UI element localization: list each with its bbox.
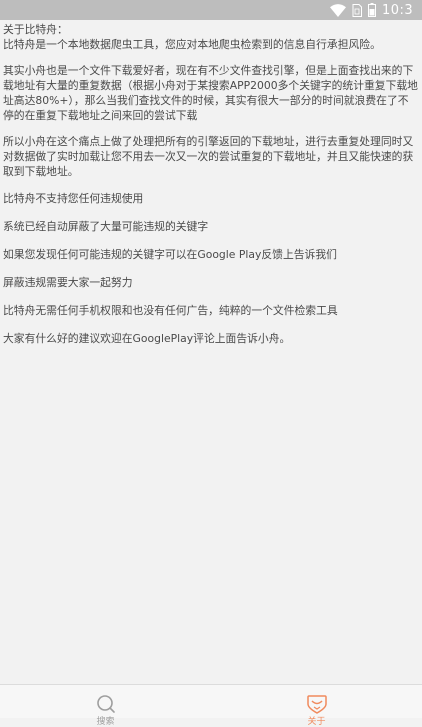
about-intro: 关于比特舟： 比特舟是一个本地数据爬虫工具，您应对本地爬虫检索到的信息自行承担风…	[3, 22, 419, 52]
status-icons: 10:3	[330, 0, 422, 20]
about-heading: 关于比特舟：	[3, 23, 68, 36]
sim-icon	[352, 3, 362, 17]
tab-about-label: 关于	[307, 717, 326, 727]
about-block-together: 屏蔽违规需要大家一起努力	[3, 276, 133, 289]
wifi-icon	[330, 3, 346, 17]
about-duplicate-explanation: 其实小舟也是一个文件下载爱好者，现在有不少文件查找引擎，但是上面查找出来的下载地…	[3, 64, 418, 122]
about-no-permissions: 比特舟无需任何手机权限和也没有任何广告，纯粹的一个文件检索工具	[3, 304, 338, 317]
about-keywords-blocked: 系统已经自动屏蔽了大量可能违规的关键字	[3, 220, 209, 233]
tab-search[interactable]: 搜索	[0, 685, 211, 727]
tab-search-label: 搜索	[96, 717, 115, 727]
status-clock: 10:3	[382, 2, 414, 18]
about-content: 关于比特舟： 比特舟是一个本地数据爬虫工具，您应对本地爬虫检索到的信息自行承担风…	[3, 22, 419, 359]
battery-icon	[368, 3, 376, 17]
about-disclaimer: 比特舟是一个本地数据爬虫工具，您应对本地爬虫检索到的信息自行承担风险。	[3, 38, 381, 51]
bottom-navigation: 搜索 关于	[0, 684, 422, 727]
status-bar: 10:3	[0, 0, 422, 20]
about-no-illegal-use: 比特舟不支持您任何违规使用	[3, 192, 144, 205]
about-report-keywords: 如果您发现任何可能违规的关键字可以在Google Play反馈上告诉我们	[3, 248, 337, 261]
tab-about[interactable]: 关于	[211, 685, 422, 727]
about-feedback: 大家有什么好的建议欢迎在GooglePlay评论上面告诉小舟。	[3, 332, 291, 345]
about-dedup-explanation: 所以小舟在这个痛点上做了处理把所有的引擎返回的下载地址，进行去重复处理同时又对数…	[3, 135, 414, 178]
